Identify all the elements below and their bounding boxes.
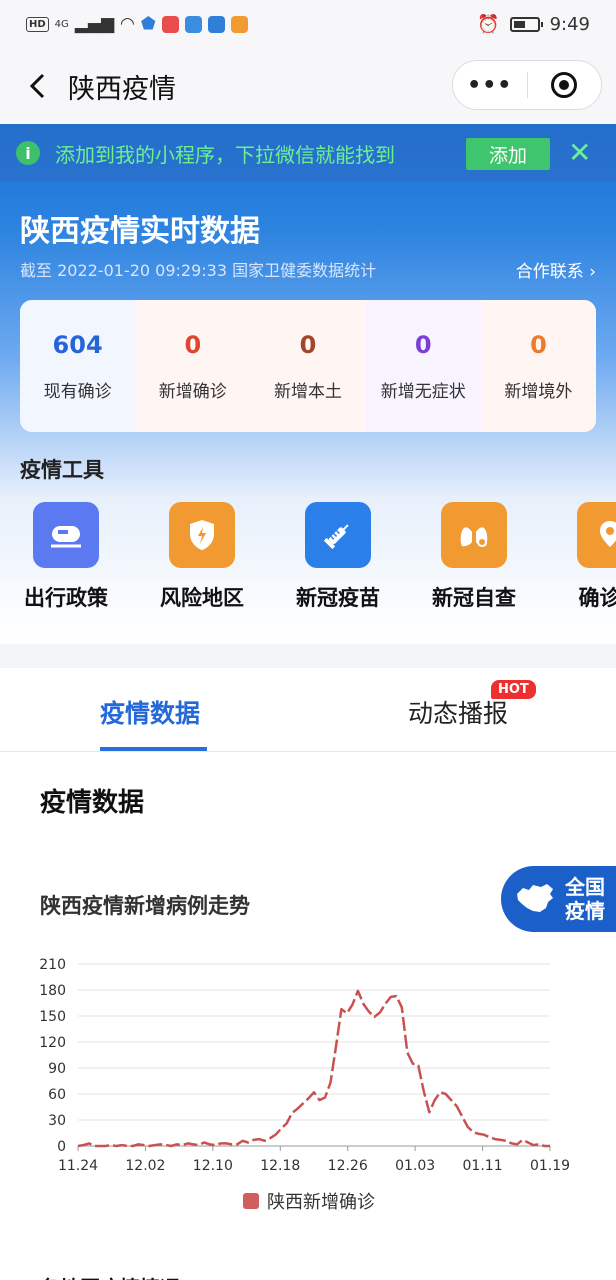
- shield-alert-icon: [169, 502, 235, 568]
- tool-travel-policy[interactable]: 出行政策: [1, 502, 131, 612]
- y-tick-label: 0: [57, 1139, 66, 1155]
- tools-row: 出行政策 风险地区 新冠疫苗 新冠自查 确诊地: [0, 502, 616, 612]
- tab-live-updates[interactable]: 动态播报: [408, 694, 508, 730]
- y-tick-label: 90: [48, 1061, 66, 1077]
- stat-label: 新增无症状: [380, 381, 466, 402]
- back-button[interactable]: [8, 56, 68, 116]
- train-icon: [33, 502, 99, 568]
- x-tick-label: 12.02: [125, 1158, 165, 1174]
- national-label: 全国 疫情: [565, 875, 605, 923]
- chart-title: 陕西疫情新增病例走势: [40, 894, 250, 918]
- x-tick-label: 01.03: [395, 1158, 435, 1174]
- lungs-search-icon: [441, 502, 507, 568]
- y-tick-label: 210: [39, 957, 66, 973]
- hero-section: i 添加到我的小程序，下拉微信就能找到 添加 ✕ 陕西疫情实时数据 截至 202…: [0, 124, 616, 644]
- clock-time: 9:49: [549, 13, 590, 35]
- stat-new-asymptomatic: 0 新增无症状: [365, 300, 481, 432]
- stat-label: 新增境外: [504, 381, 573, 402]
- stat-value: 0: [414, 330, 432, 359]
- y-tick-label: 120: [39, 1035, 66, 1051]
- stat-value: 604: [52, 330, 103, 359]
- stat-new-local: 0 新增本土: [250, 300, 366, 432]
- close-icon[interactable]: ✕: [568, 136, 591, 169]
- info-icon: i: [16, 141, 40, 165]
- tool-label: 新冠自查: [432, 586, 516, 610]
- app-notification-icon: [161, 15, 179, 33]
- x-tick-label: 12.10: [193, 1158, 233, 1174]
- national-epidemic-button[interactable]: 全国 疫情: [501, 866, 616, 932]
- stat-new-confirmed: 0 新增确诊: [135, 300, 251, 432]
- stat-new-imported: 0 新增境外: [480, 300, 596, 432]
- tool-label: 出行政策: [24, 586, 108, 610]
- tab-epidemic-data[interactable]: 疫情数据: [100, 694, 200, 730]
- tool-label: 确诊地: [578, 586, 616, 610]
- tools-title: 疫情工具: [20, 458, 104, 482]
- stat-value: 0: [299, 330, 317, 359]
- app-notification-icon: [207, 15, 225, 33]
- navigation-bar: 陕西疫情 •••: [0, 48, 616, 124]
- signal-icon: ▂▄▆: [74, 14, 115, 34]
- x-tick-label: 11.24: [58, 1158, 98, 1174]
- section-title: 疫情数据: [40, 788, 145, 818]
- close-mini-program-button[interactable]: [528, 72, 602, 98]
- y-tick-label: 30: [48, 1113, 66, 1129]
- next-section-title: 各地区疫情情况: [40, 1272, 180, 1280]
- tab-bar: 疫情数据 动态播报 HOT: [0, 668, 616, 752]
- hd-badge: HD: [26, 16, 49, 32]
- stat-label: 新增本土: [274, 381, 342, 402]
- syringe-icon: [305, 502, 371, 568]
- shield-icon: ⬟: [140, 14, 156, 34]
- x-tick-label: 12.26: [328, 1158, 368, 1174]
- wifi-icon: ◠: [120, 14, 135, 34]
- y-tick-label: 60: [48, 1087, 66, 1103]
- stat-existing-confirmed: 604 现有确诊: [20, 300, 136, 432]
- national-label-line2: 疫情: [565, 899, 605, 923]
- stats-card: 604 现有确诊 0 新增确诊 0 新增本土 0 新增无症状 0 新增境外: [20, 300, 596, 432]
- data-title: 陕西疫情实时数据: [20, 214, 260, 249]
- banner-text: 添加到我的小程序，下拉微信就能找到: [55, 142, 395, 167]
- legend-swatch: [243, 1193, 259, 1209]
- contact-link[interactable]: 合作联系 ›: [516, 257, 596, 282]
- mini-program-capsule: •••: [452, 60, 602, 110]
- y-tick-label: 150: [39, 1009, 66, 1025]
- more-dots-icon: •••: [467, 72, 513, 98]
- stat-value: 0: [184, 330, 202, 359]
- network-badge: 4G: [54, 18, 69, 30]
- x-tick-label: 01.19: [530, 1158, 570, 1174]
- x-tick-label: 01.11: [463, 1158, 503, 1174]
- main-content: 疫情数据 动态播报 HOT 疫情数据 陕西疫情新增病例走势 全国 疫情 0 30 6…: [0, 668, 616, 1280]
- tool-self-check[interactable]: 新冠自查: [409, 502, 539, 612]
- more-button[interactable]: •••: [453, 73, 527, 98]
- active-tab-indicator: [100, 747, 207, 751]
- x-tick-label: 12.18: [260, 1158, 300, 1174]
- tool-risk-areas[interactable]: 风险地区: [137, 502, 267, 612]
- app-notification-icon: [184, 15, 202, 33]
- chart-legend[interactable]: 陕西新增确诊: [243, 1188, 375, 1214]
- page-title: 陕西疫情: [68, 73, 176, 105]
- battery-icon: [509, 16, 543, 32]
- tool-confirmed-locations[interactable]: 确诊地: [545, 502, 616, 612]
- add-button[interactable]: 添加: [466, 138, 550, 170]
- stat-label: 现有确诊: [43, 381, 112, 402]
- tool-label: 风险地区: [160, 586, 244, 610]
- status-left: HD 4G ▂▄▆ ◠ ⬟: [26, 14, 248, 34]
- hot-badge: HOT: [491, 680, 536, 699]
- y-tick-label: 180: [39, 983, 66, 999]
- stat-value: 0: [530, 330, 547, 359]
- status-right: ⏰ 9:49: [477, 14, 590, 35]
- china-map-icon: [517, 884, 553, 912]
- map-pin-icon: [577, 502, 616, 568]
- stat-label: 新增确诊: [158, 381, 227, 402]
- legend-label: 陕西新增确诊: [267, 1192, 375, 1213]
- update-time: 截至 2022-01-20 09:29:33 国家卫健委数据统计: [20, 261, 377, 280]
- target-close-icon: [551, 72, 578, 98]
- tool-label: 新冠疫苗: [296, 586, 380, 610]
- national-label-line1: 全国: [565, 875, 605, 899]
- status-bar: HD 4G ▂▄▆ ◠ ⬟ ⏰ 9:49: [0, 0, 616, 48]
- alarm-icon: ⏰: [477, 13, 500, 35]
- app-notification-icon: [230, 15, 248, 33]
- chevron-left-icon: [29, 73, 45, 99]
- tool-vaccine[interactable]: 新冠疫苗: [273, 502, 403, 612]
- add-to-miniprogram-banner: i 添加到我的小程序，下拉微信就能找到 添加 ✕: [0, 124, 616, 182]
